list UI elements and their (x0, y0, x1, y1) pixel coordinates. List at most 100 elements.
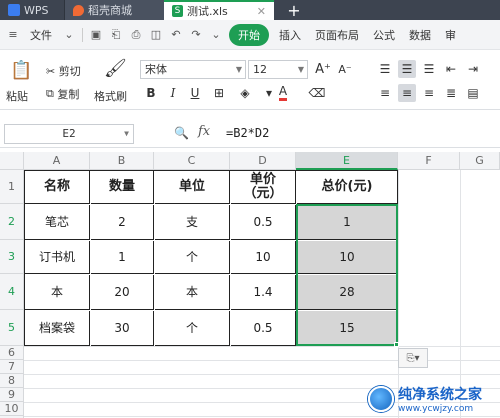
shrink-font-button[interactable]: A⁻ (336, 60, 354, 78)
column-header-c[interactable]: C (154, 152, 230, 170)
table-cell[interactable]: 0.5 (231, 205, 296, 240)
clear-format-icon[interactable]: ⌫ (308, 84, 326, 102)
table-cell[interactable]: 28 (297, 275, 398, 310)
row-header-2[interactable]: 2 (0, 204, 24, 240)
menu-start[interactable]: 开始 (229, 23, 269, 46)
font-size-select[interactable]: 12 ▼ (248, 60, 308, 79)
table-cell[interactable]: 20 (91, 275, 154, 310)
align-middle-icon[interactable]: ☰ (398, 60, 416, 78)
column-header-b[interactable]: B (90, 152, 154, 170)
table-cell[interactable]: 10 (231, 241, 296, 274)
row-header-10[interactable]: 10 (0, 402, 24, 416)
table-cell[interactable]: 10 (297, 241, 398, 274)
row-header-7[interactable]: 7 (0, 360, 24, 374)
table-header-cell[interactable]: 数量 (91, 171, 154, 204)
row-header-8[interactable]: 8 (0, 374, 24, 388)
column-header-d[interactable]: D (230, 152, 296, 170)
tab-daoke[interactable]: 稻壳商城 (64, 0, 164, 20)
row-header-6[interactable]: 6 (0, 346, 24, 360)
column-header-f[interactable]: F (398, 152, 460, 170)
indent-decrease-icon[interactable]: ⇤ (442, 60, 460, 78)
table-header-cell[interactable]: 名称 (25, 171, 90, 204)
select-all-corner[interactable] (0, 152, 24, 170)
table-cell[interactable]: 1.4 (231, 275, 296, 310)
chevron-down-icon[interactable]: ⌄ (209, 28, 223, 42)
paste-icon[interactable]: 📋 (10, 60, 32, 81)
fill-handle[interactable] (394, 342, 399, 347)
print-icon[interactable]: ⎙ (129, 28, 143, 42)
tab-wps[interactable]: WPS (0, 0, 64, 20)
justify-icon[interactable]: ≣ (442, 84, 460, 102)
close-tab-icon[interactable]: ✕ (257, 5, 266, 18)
bold-button[interactable]: B (142, 84, 160, 102)
table-cell[interactable]: 个 (155, 241, 230, 274)
hamburger-icon[interactable]: ≡ (6, 28, 20, 42)
table-cell[interactable]: 本 (25, 275, 90, 310)
italic-button[interactable]: I (164, 84, 182, 102)
paste-button[interactable]: 粘贴 (6, 88, 28, 104)
row-header-1[interactable]: 1 (0, 170, 24, 204)
chevron-down-icon[interactable]: ⌄ (62, 28, 76, 42)
table-cell[interactable]: 0.5 (231, 311, 296, 346)
name-box[interactable]: E2 ▼ (4, 124, 134, 144)
row-header-3[interactable]: 3 (0, 240, 24, 274)
menu-formula[interactable]: 公式 (369, 27, 399, 43)
table-cell[interactable]: 2 (91, 205, 154, 240)
redo-icon[interactable]: ↷ (189, 28, 203, 42)
align-left-icon[interactable]: ≡ (376, 84, 394, 102)
format-painter-button[interactable]: 格式刷 (94, 88, 127, 104)
table-cell[interactable]: 15 (297, 311, 398, 346)
font-color-button[interactable]: A (274, 84, 292, 102)
menu-page-layout[interactable]: 页面布局 (311, 27, 363, 43)
save-icon[interactable]: ▣ (89, 28, 103, 42)
table-cell[interactable]: 支 (155, 205, 230, 240)
tab-test-xls[interactable]: S 测试.xls ✕ (164, 0, 274, 20)
row-header-5[interactable]: 5 (0, 310, 24, 346)
font-color-icon: A (278, 85, 288, 101)
file-menu[interactable]: 文件 (26, 27, 56, 43)
table-cell[interactable]: 1 (297, 205, 398, 240)
table-cell[interactable]: 30 (91, 311, 154, 346)
distribute-icon[interactable]: ▤ (464, 84, 482, 102)
table-cell[interactable]: 笔芯 (25, 205, 90, 240)
borders-icon[interactable]: ⊞ (210, 84, 228, 102)
menu-review[interactable]: 审 (441, 27, 460, 43)
cut-button[interactable]: ✂ 剪切 (46, 63, 81, 79)
table-header-cell[interactable]: 总价(元) (297, 171, 398, 204)
align-right-icon[interactable]: ≡ (420, 84, 438, 102)
menu-data[interactable]: 数据 (405, 27, 435, 43)
menu-insert[interactable]: 插入 (275, 27, 305, 43)
row-header-4[interactable]: 4 (0, 274, 24, 310)
zoom-icon[interactable]: 🔍 (174, 126, 189, 140)
table-cell[interactable]: 档案袋 (25, 311, 90, 346)
gridline (24, 346, 500, 347)
table-cell[interactable]: 订书机 (25, 241, 90, 274)
align-top-icon[interactable]: ☰ (376, 60, 394, 78)
export-icon[interactable]: ⎗ (109, 28, 123, 42)
copy-icon: ⧉ (46, 87, 54, 100)
align-center-icon[interactable]: ≡ (398, 84, 416, 102)
table-cell[interactable]: 个 (155, 311, 230, 346)
column-header-a[interactable]: A (24, 152, 90, 170)
format-painter-icon[interactable]: 🖌 (104, 58, 127, 79)
table-header-cell[interactable]: 单价 （元） (231, 171, 296, 204)
table-cell[interactable]: 1 (91, 241, 154, 274)
indent-increase-icon[interactable]: ⇥ (464, 60, 482, 78)
formula-input[interactable]: =B2*D2 (226, 126, 269, 140)
align-bottom-icon[interactable]: ☰ (420, 60, 438, 78)
grow-font-button[interactable]: A⁺ (314, 60, 332, 78)
table-header-cell[interactable]: 单位 (155, 171, 230, 204)
table-cell[interactable]: 本 (155, 275, 230, 310)
column-header-g[interactable]: G (460, 152, 500, 170)
fill-color-icon[interactable]: ◈ (236, 84, 254, 102)
font-name-select[interactable]: 宋体 ▼ (140, 60, 246, 79)
new-tab-button[interactable]: + (274, 0, 314, 20)
row-header-9[interactable]: 9 (0, 388, 24, 402)
column-header-e[interactable]: E (296, 152, 398, 170)
undo-icon[interactable]: ↶ (169, 28, 183, 42)
copy-button[interactable]: ⧉ 复制 (46, 86, 79, 102)
fx-icon[interactable]: fx (198, 124, 210, 139)
paste-options-button[interactable]: ⎘▾ (398, 348, 428, 368)
underline-button[interactable]: U (186, 84, 204, 102)
print-preview-icon[interactable]: ◫ (149, 28, 163, 42)
